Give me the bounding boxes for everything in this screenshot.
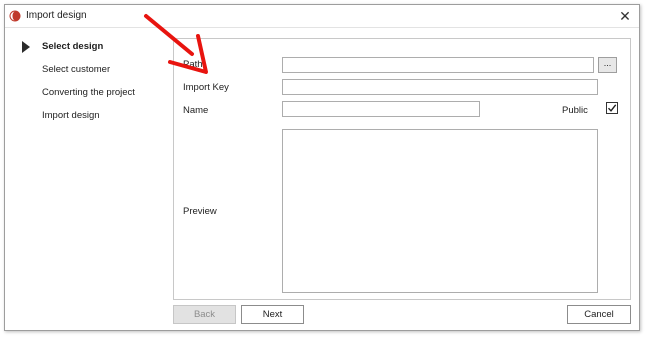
import-key-input[interactable] — [282, 79, 598, 95]
path-input[interactable] — [282, 57, 594, 73]
import-key-label: Import Key — [183, 82, 229, 93]
form-panel: Path ... Import Key Name Public Preview — [173, 38, 631, 300]
step-select-customer: Select customer — [42, 64, 111, 75]
public-checkbox[interactable] — [606, 102, 618, 114]
title-bar: Import design ✕ — [5, 5, 639, 28]
app-logo-icon — [9, 10, 21, 22]
window-title: Import design — [26, 10, 87, 21]
path-label: Path — [183, 59, 203, 70]
close-button[interactable]: ✕ — [617, 8, 633, 24]
browse-button[interactable]: ... — [598, 57, 617, 73]
next-button[interactable]: Next — [241, 305, 304, 324]
name-label: Name — [183, 105, 209, 116]
back-button[interactable]: Back — [173, 305, 236, 324]
step-select-design: Select design — [42, 41, 104, 52]
preview-area — [282, 129, 598, 293]
cancel-button[interactable]: Cancel — [567, 305, 631, 324]
current-step-arrow-icon — [22, 41, 30, 53]
name-input[interactable] — [282, 101, 480, 117]
close-icon: ✕ — [619, 8, 631, 24]
checkmark-icon — [607, 104, 617, 112]
preview-label: Preview — [183, 206, 217, 217]
import-design-dialog: Import design ✕ Select design Select cus… — [4, 4, 640, 331]
step-converting-project: Converting the project — [42, 87, 135, 98]
step-import-design: Import design — [42, 110, 100, 121]
public-label: Public — [562, 105, 588, 116]
